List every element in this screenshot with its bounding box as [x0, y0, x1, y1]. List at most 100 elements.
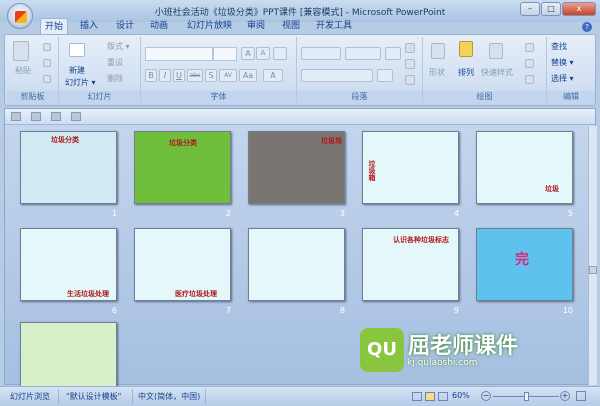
font-color-button[interactable]: A	[263, 69, 283, 82]
slide-thumbnail[interactable]: 垃圾分类	[134, 131, 231, 204]
reset-button[interactable]: 重设	[107, 57, 123, 68]
clear-format-button[interactable]	[273, 47, 287, 60]
grow-font-button[interactable]: A	[241, 47, 255, 60]
slide-thumbnail[interactable]: 垃圾分类	[20, 131, 117, 204]
shadow-button[interactable]: S	[205, 69, 217, 82]
ribbon-tabs: 开始 插入 设计 动画 幻灯片放映 审阅 视图 开发工具	[0, 18, 600, 34]
group-font: A A B I U abc S AV Aa A 字体	[141, 37, 297, 103]
text-direction-icon[interactable]	[405, 43, 415, 53]
layout-button[interactable]: 版式 ▾	[107, 41, 130, 52]
char-spacing-button[interactable]: AV	[219, 69, 237, 82]
underline-button[interactable]: U	[173, 69, 185, 82]
scroll-thumb[interactable]	[589, 266, 597, 274]
slideshow-view-icon[interactable]	[438, 392, 448, 401]
slide-title: 生活垃圾处理	[67, 290, 109, 298]
help-icon[interactable]: ?	[582, 22, 592, 32]
tab-home[interactable]: 开始	[40, 18, 69, 34]
strikethrough-button[interactable]: abc	[187, 69, 203, 82]
tab-review[interactable]: 审阅	[243, 18, 269, 34]
minimize-button[interactable]: –	[520, 2, 540, 16]
vertical-scrollbar[interactable]	[588, 126, 597, 385]
bold-button[interactable]: B	[145, 69, 157, 82]
slide-title: 医疗垃圾处理	[175, 290, 217, 298]
theme-name[interactable]: "默认设计模板"	[66, 391, 121, 402]
office-button[interactable]	[7, 3, 33, 29]
indent-button[interactable]	[345, 47, 381, 60]
slide-number: 6	[111, 306, 117, 315]
watermark-logo: QU	[360, 328, 404, 372]
clipboard-label: 剪贴板	[7, 91, 58, 103]
find-button[interactable]: 查找	[551, 41, 567, 52]
paste-icon[interactable]	[13, 41, 29, 61]
tab-developer[interactable]: 开发工具	[312, 18, 356, 34]
zoom-slider-thumb[interactable]	[524, 392, 529, 401]
fit-to-window-icon[interactable]	[576, 391, 586, 401]
maximize-button[interactable]: □	[541, 2, 561, 16]
copy-icon[interactable]	[43, 59, 51, 67]
replace-button[interactable]: 替换 ▾	[551, 57, 574, 68]
quick-styles-button[interactable]: 快速样式	[481, 67, 513, 78]
smartart-icon[interactable]	[405, 75, 415, 85]
slide-thumbnail[interactable]: 完	[476, 228, 573, 301]
tab-slideshow[interactable]: 幻灯片放映	[183, 18, 236, 34]
cut-icon[interactable]	[43, 43, 51, 51]
font-name-combo[interactable]	[145, 47, 213, 61]
toolbar-icon-1[interactable]	[11, 112, 21, 121]
slide-thumbnail[interactable]	[248, 228, 345, 301]
delete-button[interactable]: 删除	[107, 73, 123, 84]
line-spacing-button[interactable]	[385, 47, 401, 60]
normal-view-icon[interactable]	[412, 392, 422, 401]
tab-design[interactable]: 设计	[112, 18, 138, 34]
status-bar: 幻灯片浏览 "默认设计模板" 中文(简体，中国) 60% − +	[0, 386, 600, 406]
new-slide-icon[interactable]	[69, 43, 85, 57]
slide-sorter-view-icon[interactable]	[425, 392, 435, 401]
slide-title: 完	[515, 252, 529, 268]
zoom-in-button[interactable]: +	[560, 391, 570, 401]
font-size-combo[interactable]	[213, 47, 237, 61]
paste-button[interactable]: 粘贴	[15, 65, 31, 76]
slide-thumbnail[interactable]: 认识各种垃圾标志	[362, 228, 459, 301]
slide-thumbnail[interactable]	[20, 322, 117, 395]
arrange-button[interactable]: 排列	[458, 67, 474, 78]
slide-thumbnail[interactable]: 垃圾场	[248, 131, 345, 204]
slide-number: 8	[339, 306, 345, 315]
format-painter-icon[interactable]	[43, 75, 51, 83]
align-buttons[interactable]	[301, 69, 373, 82]
toolbar-icon-4[interactable]	[71, 112, 81, 121]
slide-number: 10	[562, 306, 573, 315]
arrange-icon[interactable]	[459, 41, 473, 57]
shapes-button[interactable]: 形状	[429, 67, 445, 78]
select-button[interactable]: 选择 ▾	[551, 73, 574, 84]
slide-thumbnail[interactable]: 垃圾	[476, 131, 573, 204]
zoom-out-button[interactable]: −	[481, 391, 491, 401]
quick-styles-icon[interactable]	[489, 43, 503, 59]
shapes-icon[interactable]	[431, 43, 445, 59]
slide-thumbnail[interactable]: 医疗垃圾处理	[134, 228, 231, 301]
toolbar-icon-2[interactable]	[31, 112, 41, 121]
shape-outline-icon[interactable]	[525, 59, 534, 68]
columns-button[interactable]	[377, 69, 393, 82]
font-label: 字体	[141, 91, 296, 103]
zoom-level[interactable]: 60%	[452, 391, 470, 400]
shrink-font-button[interactable]: A	[256, 47, 270, 60]
bullets-button[interactable]	[301, 47, 341, 60]
tab-animations[interactable]: 动画	[146, 18, 172, 34]
shape-fill-icon[interactable]	[525, 43, 534, 52]
new-slide-dropdown[interactable]: 幻灯片 ▾	[65, 77, 96, 88]
slide-thumbnail[interactable]: 生活垃圾处理	[20, 228, 117, 301]
slide-thumbnail[interactable]: 垃圾箱	[362, 131, 459, 204]
tab-view[interactable]: 视图	[278, 18, 304, 34]
change-case-button[interactable]: Aa	[239, 69, 257, 82]
tab-insert[interactable]: 插入	[76, 18, 102, 34]
new-slide-button[interactable]: 新建	[69, 65, 85, 76]
toolbar-icon-3[interactable]	[51, 112, 61, 121]
language[interactable]: 中文(简体，中国)	[138, 391, 200, 402]
watermark-text: 屈老师课件	[408, 334, 519, 359]
align-text-icon[interactable]	[405, 59, 415, 69]
shape-effects-icon[interactable]	[525, 75, 534, 84]
slides-label: 幻灯片	[59, 91, 140, 103]
slide-number: 3	[339, 209, 345, 218]
editing-label: 编辑	[547, 91, 595, 103]
italic-button[interactable]: I	[159, 69, 171, 82]
close-button[interactable]: x	[562, 2, 596, 16]
